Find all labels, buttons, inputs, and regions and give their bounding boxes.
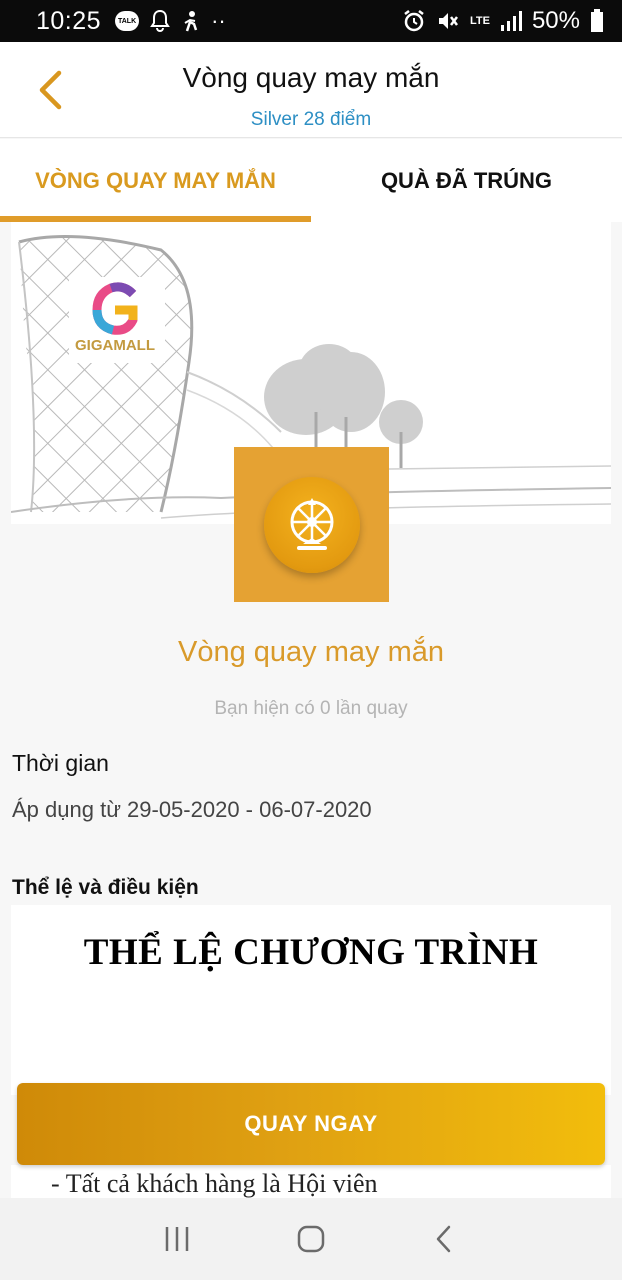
mute-icon	[438, 13, 458, 29]
tab-won-prizes[interactable]: QUÀ ĐÃ TRÚNG	[311, 139, 622, 222]
talk-icon: TALK	[115, 11, 140, 31]
rules-content: THỂ LỆ CHƯƠNG TRÌNH	[11, 905, 611, 1095]
status-time: 10:25	[36, 6, 102, 35]
person-icon	[184, 11, 198, 32]
spins-remaining: Bạn hiện có 0 lần quay	[214, 698, 408, 719]
time-label: Thời gian	[12, 750, 109, 776]
more-dots-icon: ··	[211, 8, 226, 33]
game-title: Vòng quay may mắn	[178, 636, 444, 668]
page-title: Vòng quay may mắn	[182, 62, 440, 93]
wheel-badge	[263, 476, 360, 573]
system-nav-bar	[0, 1198, 622, 1280]
rules-content-continued: - Tất cả khách hàng là Hội viên	[11, 1165, 611, 1198]
battery-percent: 50%	[531, 7, 580, 34]
app-header: Vòng quay may mắn Silver 28 điểm	[0, 42, 622, 138]
time-value: Áp dụng từ 29-05-2020 - 06-07-2020	[12, 797, 372, 822]
signal-icon	[500, 11, 522, 31]
battery-icon	[591, 9, 603, 32]
system-icons: LTE 50%	[402, 7, 604, 35]
bell-icon	[150, 9, 170, 32]
prize-wheel-icon	[290, 497, 333, 550]
gigamall-logo-text: GIGAMALL	[75, 337, 155, 354]
tab-bar: VÒNG QUAY MAY MẮN QUÀ ĐÃ TRÚNG	[0, 139, 622, 222]
home-icon[interactable]	[296, 1224, 326, 1254]
rules-heading: THỂ LỆ CHƯƠNG TRÌNH	[83, 932, 539, 973]
screen: 10:25 TALK ·· LTE 50% Vòng quay may mắn …	[0, 0, 622, 1280]
status-bar: 10:25 TALK ·· LTE 50%	[0, 0, 622, 42]
spin-now-button[interactable]: QUAY NGAY	[17, 1083, 605, 1165]
recent-apps-icon[interactable]	[162, 1224, 192, 1254]
member-points: Silver 28 điểm	[250, 109, 372, 130]
rules-first-line: - Tất cả khách hàng là Hội viên	[51, 1169, 378, 1198]
rules-label: Thể lệ và điều kiện	[12, 876, 199, 899]
lucky-wheel-tile[interactable]	[234, 447, 389, 602]
notification-icons: TALK ··	[115, 8, 226, 34]
back-nav-icon[interactable]	[430, 1224, 460, 1254]
alarm-icon	[404, 10, 424, 32]
tab-lucky-wheel[interactable]: VÒNG QUAY MAY MẮN	[0, 139, 311, 222]
lte-icon: LTE	[469, 14, 490, 27]
